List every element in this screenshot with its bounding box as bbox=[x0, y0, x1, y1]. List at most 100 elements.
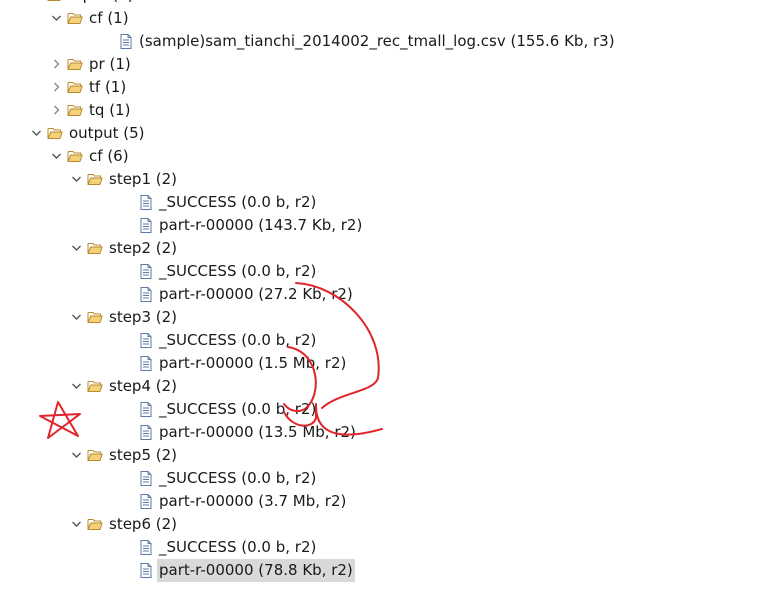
folder-open-icon bbox=[87, 448, 103, 463]
folder-open-icon bbox=[67, 80, 83, 95]
tree-folder-row[interactable]: pr (1) bbox=[0, 53, 779, 76]
folder-label[interactable]: cf (6) bbox=[87, 145, 131, 168]
folder-label[interactable]: step1 (2) bbox=[107, 168, 179, 191]
file-label[interactable]: part-r-00000 (143.7 Kb, r2) bbox=[157, 214, 364, 237]
folder-name: output bbox=[69, 124, 119, 142]
item-count: (2) bbox=[155, 239, 178, 257]
file-info: (155.6 Kb, r3) bbox=[510, 32, 615, 50]
file-icon bbox=[138, 195, 154, 210]
folder-name: step6 bbox=[109, 515, 151, 533]
tree-folder-row[interactable]: step4 (2) bbox=[0, 375, 779, 398]
file-name: _SUCCESS bbox=[159, 469, 237, 487]
file-label[interactable]: part-r-00000 (13.5 Mb, r2) bbox=[157, 421, 358, 444]
file-name: part-r-00000 bbox=[159, 561, 254, 579]
tree-folder-row[interactable]: output (5) bbox=[0, 122, 779, 145]
file-label[interactable]: _SUCCESS (0.0 b, r2) bbox=[157, 536, 318, 559]
folder-open-icon bbox=[87, 379, 103, 394]
tree-folder-row[interactable]: step1 (2) bbox=[0, 168, 779, 191]
folder-label[interactable]: step5 (2) bbox=[107, 444, 179, 467]
chevron-right-icon[interactable] bbox=[51, 76, 65, 99]
file-icon bbox=[138, 563, 154, 578]
file-label[interactable]: part-r-00000 (3.7 Mb, r2) bbox=[157, 490, 348, 513]
folder-open-icon bbox=[87, 241, 103, 256]
tree-folder-row[interactable]: tq (1) bbox=[0, 99, 779, 122]
chevron-down-icon[interactable] bbox=[51, 145, 65, 168]
tree-folder-row[interactable]: cf (6) bbox=[0, 145, 779, 168]
tree-folder-row[interactable]: step3 (2) bbox=[0, 306, 779, 329]
chevron-right-icon[interactable] bbox=[51, 99, 65, 122]
file-icon bbox=[138, 356, 154, 371]
tree-file-row[interactable]: _SUCCESS (0.0 b, r2) bbox=[0, 191, 779, 214]
file-label[interactable]: (sample)sam_tianchi_2014002_rec_tmall_lo… bbox=[137, 30, 617, 53]
folder-label[interactable]: tf (1) bbox=[87, 76, 128, 99]
file-name: part-r-00000 bbox=[159, 423, 254, 441]
chevron-down-icon[interactable] bbox=[71, 513, 85, 536]
folder-label[interactable]: cf (1) bbox=[87, 7, 131, 30]
tree-file-row[interactable]: _SUCCESS (0.0 b, r2) bbox=[0, 536, 779, 559]
chevron-down-icon[interactable] bbox=[71, 306, 85, 329]
tree-file-row[interactable]: part-r-00000 (27.2 Kb, r2) bbox=[0, 283, 779, 306]
item-count: (1) bbox=[109, 55, 131, 73]
file-name: part-r-00000 bbox=[159, 492, 254, 510]
file-icon bbox=[138, 218, 154, 233]
tree-file-row[interactable]: (sample)sam_tianchi_2014002_rec_tmall_lo… bbox=[0, 30, 779, 53]
file-name: _SUCCESS bbox=[159, 400, 237, 418]
tree-file-row[interactable]: _SUCCESS (0.0 b, r2) bbox=[0, 329, 779, 352]
file-info: (78.8 Kb, r2) bbox=[258, 561, 353, 579]
tree-file-row[interactable]: part-r-00000 (3.7 Mb, r2) bbox=[0, 490, 779, 513]
item-count: (1) bbox=[109, 101, 131, 119]
folder-label[interactable]: tq (1) bbox=[87, 99, 132, 122]
file-info: (27.2 Kb, r2) bbox=[258, 285, 353, 303]
tree-file-row[interactable]: _SUCCESS (0.0 b, r2) bbox=[0, 467, 779, 490]
chevron-right-icon[interactable] bbox=[51, 53, 65, 76]
folder-label[interactable]: output (5) bbox=[67, 122, 147, 145]
folder-label[interactable]: input (4) bbox=[67, 0, 136, 7]
file-name: part-r-00000 bbox=[159, 285, 254, 303]
chevron-down-icon[interactable] bbox=[31, 122, 45, 145]
folder-name: tf bbox=[89, 78, 101, 96]
file-label[interactable]: part-r-00000 (78.8 Kb, r2) bbox=[157, 559, 355, 582]
folder-name: step5 bbox=[109, 446, 151, 464]
file-info: (0.0 b, r2) bbox=[241, 331, 317, 349]
folder-label[interactable]: step2 (2) bbox=[107, 237, 179, 260]
file-info: (13.5 Mb, r2) bbox=[258, 423, 356, 441]
item-count: (2) bbox=[155, 515, 178, 533]
file-icon bbox=[138, 333, 154, 348]
folder-name: cf bbox=[89, 147, 103, 165]
tree-folder-row[interactable]: step6 (2) bbox=[0, 513, 779, 536]
chevron-down-icon[interactable] bbox=[51, 7, 65, 30]
file-label[interactable]: _SUCCESS (0.0 b, r2) bbox=[157, 467, 318, 490]
chevron-down-icon[interactable] bbox=[71, 375, 85, 398]
folder-label[interactable]: pr (1) bbox=[87, 53, 133, 76]
tree-file-row[interactable]: _SUCCESS (0.0 b, r2) bbox=[0, 398, 779, 421]
folder-label[interactable]: step6 (2) bbox=[107, 513, 179, 536]
tree-file-row[interactable]: part-r-00000 (1.5 Mb, r2) bbox=[0, 352, 779, 375]
folder-label[interactable]: step4 (2) bbox=[107, 375, 179, 398]
chevron-down-icon[interactable] bbox=[71, 237, 85, 260]
tree-folder-row[interactable]: step5 (2) bbox=[0, 444, 779, 467]
file-label[interactable]: _SUCCESS (0.0 b, r2) bbox=[157, 329, 318, 352]
chevron-down-icon[interactable] bbox=[31, 0, 45, 7]
file-label[interactable]: _SUCCESS (0.0 b, r2) bbox=[157, 260, 318, 283]
file-label[interactable]: _SUCCESS (0.0 b, r2) bbox=[157, 398, 318, 421]
folder-label[interactable]: step3 (2) bbox=[107, 306, 179, 329]
folder-open-icon bbox=[47, 0, 63, 3]
file-icon bbox=[138, 425, 154, 440]
file-label[interactable]: _SUCCESS (0.0 b, r2) bbox=[157, 191, 318, 214]
chevron-down-icon[interactable] bbox=[71, 444, 85, 467]
tree-file-row[interactable]: part-r-00000 (13.5 Mb, r2) bbox=[0, 421, 779, 444]
tree-folder-row[interactable]: tf (1) bbox=[0, 76, 779, 99]
tree-folder-row[interactable]: step2 (2) bbox=[0, 237, 779, 260]
item-count: (2) bbox=[155, 377, 178, 395]
tree-file-row[interactable]: _SUCCESS (0.0 b, r2) bbox=[0, 260, 779, 283]
tree-file-row[interactable]: part-r-00000 (78.8 Kb, r2) bbox=[0, 559, 779, 582]
tree-folder-row[interactable]: input (4) bbox=[0, 0, 779, 7]
folder-open-icon bbox=[87, 517, 103, 532]
tree-folder-row[interactable]: cf (1) bbox=[0, 7, 779, 30]
file-label[interactable]: part-r-00000 (27.2 Kb, r2) bbox=[157, 283, 355, 306]
file-icon bbox=[138, 264, 154, 279]
chevron-down-icon[interactable] bbox=[71, 168, 85, 191]
folder-name: step3 bbox=[109, 308, 151, 326]
tree-file-row[interactable]: part-r-00000 (143.7 Kb, r2) bbox=[0, 214, 779, 237]
file-label[interactable]: part-r-00000 (1.5 Mb, r2) bbox=[157, 352, 348, 375]
